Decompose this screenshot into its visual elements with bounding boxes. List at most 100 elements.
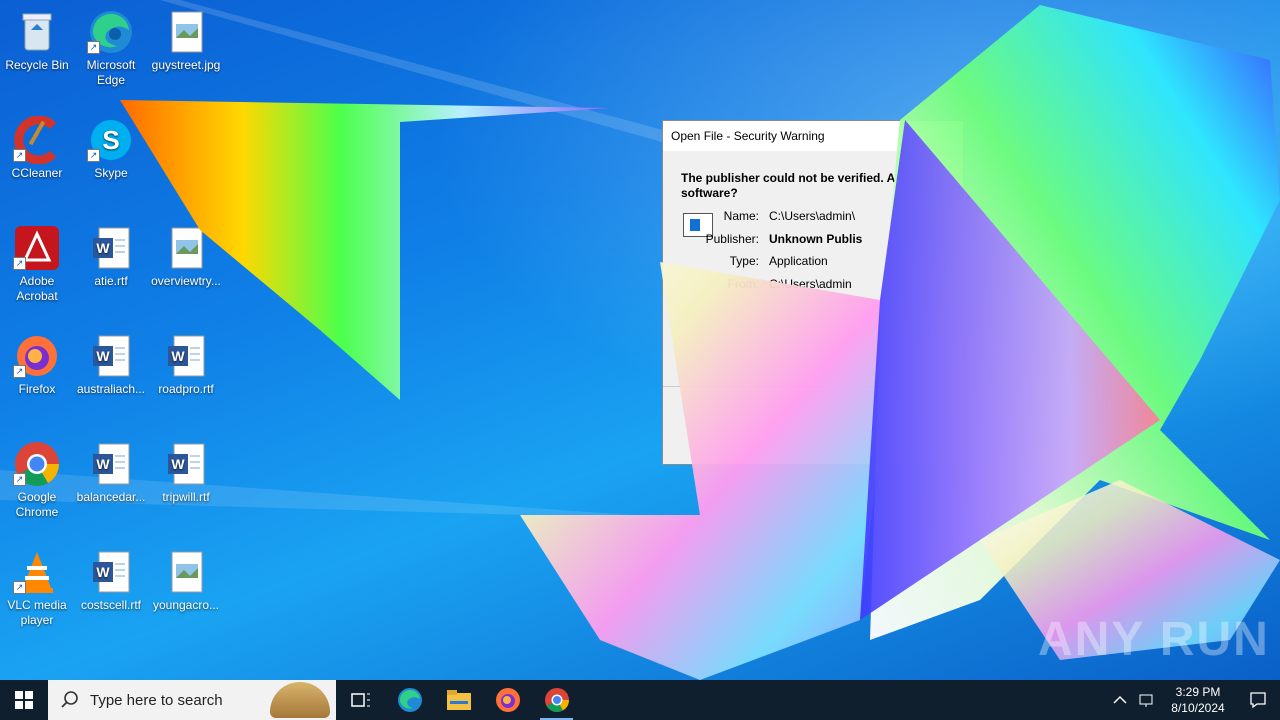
name-row: Name: C:\Users\admin\ [699,209,855,223]
dialog-title: Open File - Security Warning [663,121,963,151]
clock-time: 3:29 PM [1175,685,1221,699]
desktop-icon-atie[interactable]: W atie.rtf [76,224,146,289]
chrome-icon: ↗ [13,440,61,488]
shortcut-arrow-icon: ↗ [87,149,100,162]
recycle-bin-icon [13,8,61,56]
shortcut-arrow-icon: ↗ [13,257,26,270]
desktop-icon-label: australiach... [76,382,146,396]
from-value: C:\Users\admin [769,277,852,291]
word-doc-icon: W [162,332,210,380]
desktop-icon-acrobat[interactable]: ↗ Adobe Acrobat [2,224,72,304]
svg-text:S: S [102,125,119,155]
word-doc-icon: W [87,332,135,380]
image-file-icon [162,548,210,596]
desktop-icon-label: balancedar... [76,490,146,504]
search-placeholder: Type here to search [90,691,223,709]
desktop-icon-youngacro[interactable]: youngacro... [151,548,221,613]
security-warning-dialog[interactable]: Open File - Security Warning The publish… [662,120,964,465]
clock-date: 8/10/2024 [1171,701,1225,715]
folder-icon [446,690,471,710]
desktop-icon-edge[interactable]: ↗ Microsoft Edge [76,8,146,88]
start-button[interactable] [0,680,48,720]
search-icon [60,690,80,710]
dialog-separator [663,386,963,387]
taskbar-file-explorer-button[interactable] [434,680,483,720]
desktop-icon-overviewtry[interactable]: overviewtry... [151,224,221,289]
desktop-icon-skype[interactable]: S ↗ Skype [76,116,146,181]
shortcut-arrow-icon: ↗ [13,473,26,486]
publisher-value: Unknown Publis [769,232,863,246]
shortcut-arrow-icon: ↗ [13,365,26,378]
svg-text:W: W [96,240,110,256]
desktop-icon-label: overviewtry... [151,274,221,288]
desktop-icon-label: Skype [94,166,128,180]
svg-text:W: W [96,564,110,580]
notification-icon [1250,692,1266,709]
chevron-up-icon [1113,695,1127,704]
desktop-icon-label: youngacro... [152,598,220,612]
name-label: Name: [723,209,759,223]
taskbar: Type here to search 3:29 PM 8/10/2024 [0,680,1280,720]
svg-text:W: W [96,348,110,364]
firefox-icon [495,688,520,712]
image-file-icon [162,8,210,56]
desktop-icon-label: roadpro.rtf [158,382,214,396]
desktop-icon-chrome[interactable]: ↗ Google Chrome [2,440,72,520]
image-file-icon [162,224,210,272]
network-button[interactable] [1132,680,1160,720]
desktop-icon-label: CCleaner [11,166,63,180]
taskbar-edge-button[interactable] [385,680,434,720]
name-value: C:\Users\admin\ [769,209,856,223]
vlc-icon: ↗ [13,548,61,596]
action-center-button[interactable] [1236,680,1280,720]
system-tray: 3:29 PM 8/10/2024 [1108,680,1280,720]
shortcut-arrow-icon: ↗ [87,41,100,54]
desktop-icon-costscell[interactable]: W costscell.rtf [76,548,146,613]
ccleaner-icon: ↗ [13,115,61,165]
word-doc-icon: W [87,224,135,272]
warning-line-1: The publisher could not be verified. Are [681,171,907,185]
desktop-icon-roadpro[interactable]: W roadpro.rtf [151,332,221,397]
desktop-icon-firefox[interactable]: ↗ Firefox [2,332,72,397]
warning-line-2: software? [681,186,738,200]
desktop-icon-label: guystreet.jpg [151,58,221,72]
anyrun-watermark: ANY RUN [1038,613,1270,666]
desktop-icon-australiach[interactable]: W australiach... [76,332,146,397]
search-highlight-lion-image [270,682,330,718]
desktop-icon-vlc[interactable]: ↗ VLC media player [2,548,72,628]
desktop: Recycle Bin ↗ CCleaner ↗ Adobe Acrobat ↗… [0,0,1280,680]
task-view-icon [350,693,370,707]
desktop-icon-balancedar[interactable]: W balancedar... [76,440,146,505]
desktop-icon-label: Recycle Bin [5,58,69,72]
task-view-button[interactable] [336,680,385,720]
firefox-icon: ↗ [13,332,61,380]
desktop-icon-label: Firefox [18,382,56,396]
taskbar-firefox-button[interactable] [483,680,532,720]
desktop-icon-guystreet[interactable]: guystreet.jpg [151,8,221,73]
desktop-icon-label: atie.rtf [94,274,128,288]
desktop-icon-recycle-bin[interactable]: Recycle Bin [2,8,72,73]
publisher-label: Publisher: [705,232,759,246]
type-label: Type: [729,254,759,268]
word-doc-icon: W [87,548,135,596]
desktop-icon-label: tripwill.rtf [162,490,210,504]
type-value: Application [769,254,828,268]
from-row: From: C:\Users\admin [699,277,852,291]
taskbar-clock[interactable]: 3:29 PM 8/10/2024 [1160,684,1236,716]
edge-icon: ↗ [87,8,135,56]
desktop-icon-label: Adobe Acrobat [16,274,58,303]
show-hidden-icons-button[interactable] [1108,680,1132,720]
edge-icon [397,688,422,712]
desktop-icon-ccleaner[interactable]: ↗ CCleaner [2,115,72,181]
desktop-icon-tripwill[interactable]: W tripwill.rtf [151,440,221,505]
skype-icon: S ↗ [87,116,135,164]
type-row: Type: Application [699,254,828,268]
taskbar-search-box[interactable]: Type here to search [48,680,336,720]
word-doc-icon: W [87,440,135,488]
publisher-row: Publisher: Unknown Publis [699,232,863,246]
windows-logo-icon [15,691,33,709]
svg-text:W: W [171,456,185,472]
taskbar-chrome-button[interactable] [532,680,581,720]
shortcut-arrow-icon: ↗ [13,149,26,162]
chrome-icon [544,688,569,713]
